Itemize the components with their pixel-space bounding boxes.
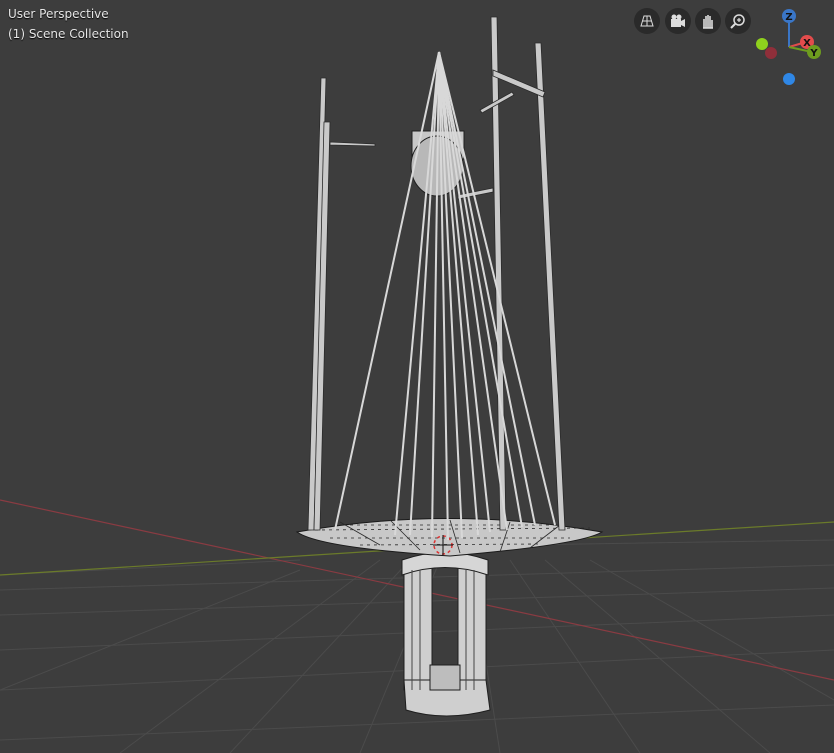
y-axis-handle[interactable]: Y [807,45,821,59]
camera-view-button[interactable] [665,8,691,34]
view-title: User Perspective [8,7,109,21]
zoom-view-button[interactable] [725,8,751,34]
scene-collection-label: (1) Scene Collection [8,27,129,41]
camera-icon [671,14,685,27]
svg-text:Y: Y [809,48,818,59]
mesh-cables[interactable] [334,51,556,541]
scene-canvas [0,16,834,753]
hand-icon [703,15,713,29]
pan-view-button[interactable] [695,8,721,34]
svg-text:Z: Z [785,12,792,23]
grid-icon [640,15,654,27]
3d-viewport[interactable]: User Perspective (1) Scene Collection Z … [0,0,834,753]
navigation-gizmo[interactable]: Z X Y [752,6,830,90]
zoom-icon [730,14,745,29]
z-axis-handle[interactable]: Z [782,9,796,23]
neg-y-axis-handle[interactable] [756,38,768,50]
neg-z-axis-handle[interactable] [783,73,795,85]
neg-x-axis-handle[interactable] [765,47,777,59]
perspective-toggle-button[interactable] [634,8,660,34]
